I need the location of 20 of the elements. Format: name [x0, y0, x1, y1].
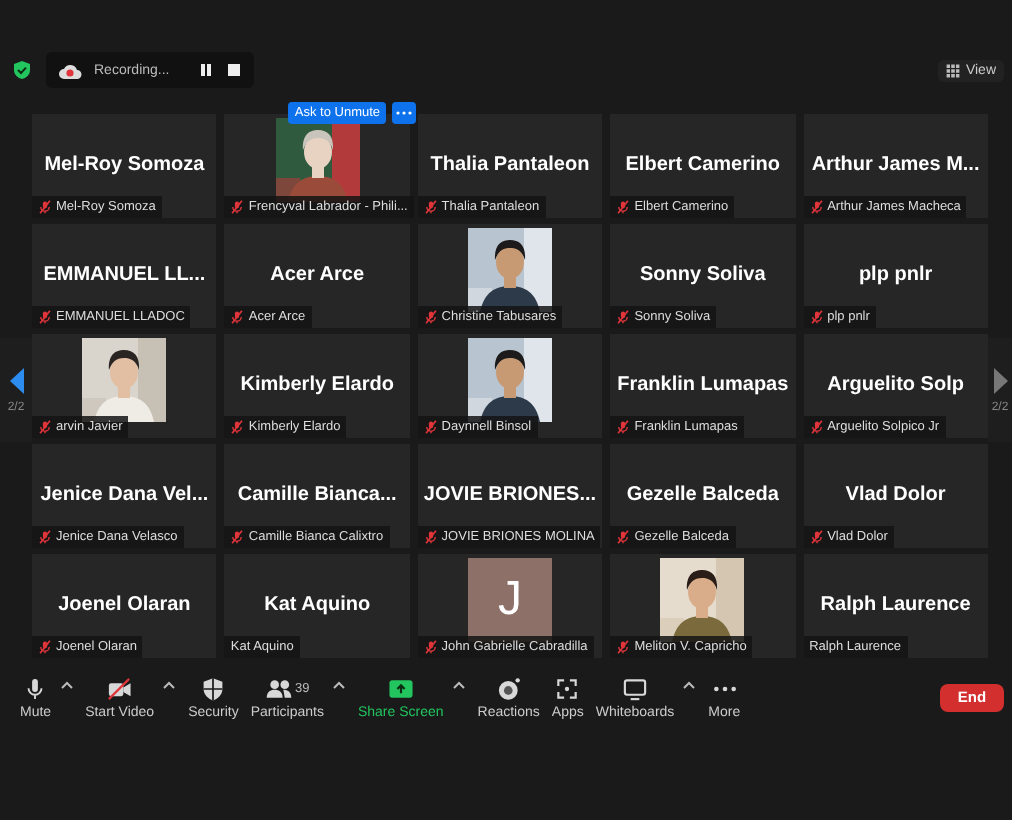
participant-name: Mel-Roy Somoza [44, 154, 205, 176]
participant-name: Arguelito Solp [827, 374, 964, 396]
participant-name: Franklin Lumapas [617, 374, 789, 396]
participant-name: Gezelle Balceda [626, 484, 779, 506]
participant-name: Acer Arce [270, 264, 365, 286]
participant-name: Jenice Dana Vel... [40, 484, 209, 506]
participant-name: Camille Bianca... [237, 484, 397, 506]
participant-name: plp pnlr [858, 264, 933, 286]
participant-name: Elbert Camerino [625, 154, 781, 176]
participant-name: Vlad Dolor [845, 484, 946, 506]
participant-name: Ralph Laurence [820, 594, 971, 616]
participant-name: EMMANUEL LL... [43, 264, 206, 286]
participant-name: Arthur James M... [811, 154, 980, 176]
avatar: J [467, 558, 552, 642]
participant-name: JOVIE BRIONES... [423, 484, 597, 506]
participant-name: Sonny Soliva [639, 264, 766, 286]
participant-name: Thalia Pantaleon [430, 154, 590, 176]
participant-name: Kat Aquino [264, 594, 371, 616]
participant-name: Joenel Olaran [58, 594, 191, 616]
participant-name: Kimberly Elardo [240, 374, 394, 396]
